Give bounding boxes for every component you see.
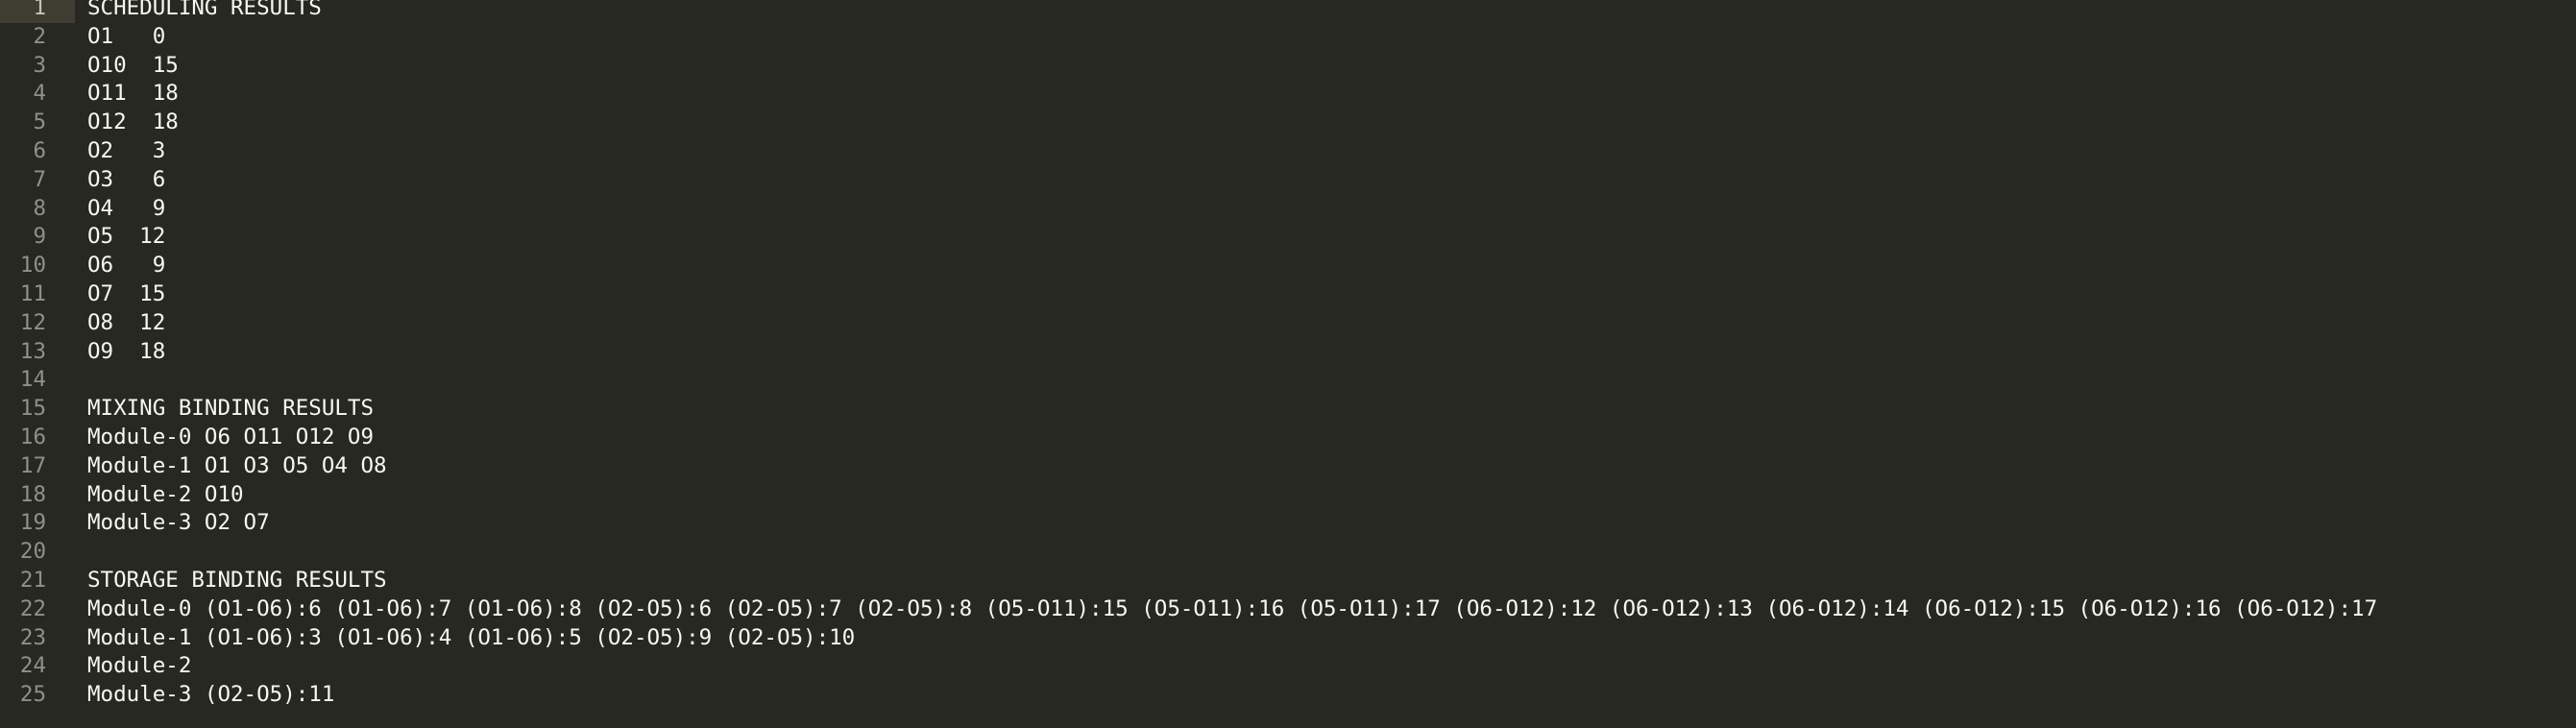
editor-content[interactable]: 1 SCHEDULING RESULTS 2 O1 0 3 O10 15 4 O11 1…	[0, 0, 2576, 710]
line-text: STORAGE BINDING RESULTS	[87, 567, 387, 593]
line-number: 6	[33, 137, 46, 163]
line-text: Module-1 (O1-O6):3 (O1-O6):4 (O1-O6):5 (…	[87, 624, 856, 650]
line-number: 15	[19, 396, 46, 422]
line-number: 25	[19, 682, 46, 708]
editor-line[interactable]: 5 O12 18	[0, 109, 2576, 137]
line-text: MIXING BINDING RESULTS	[87, 396, 375, 422]
line-number: 12	[19, 309, 46, 335]
editor-line[interactable]: 19 Module-3 O2 O7	[0, 509, 2576, 538]
editor-line[interactable]: 23 Module-1 (O1-O6):3 (O1-O6):4 (O1-O6):5…	[0, 624, 2576, 653]
line-number: 1	[0, 0, 75, 23]
editor-line[interactable]: 25 Module-3 (O2-O5):11	[0, 681, 2576, 710]
line-text: O1 0	[87, 23, 166, 49]
line-text: Module-0 (O1-O6):6 (O1-O6):7 (O1-O6):8 (…	[87, 595, 2378, 621]
editor-line[interactable]: 13 O9 18	[0, 338, 2576, 367]
line-text: Module-1 O1 O3 O5 O4 O8	[87, 452, 387, 478]
editor-line[interactable]: 7 O3 6	[0, 166, 2576, 195]
editor-line[interactable]: 11 O7 15	[0, 280, 2576, 309]
editor-line[interactable]: 3 O10 15	[0, 52, 2576, 81]
line-number: 19	[19, 510, 46, 536]
line-number: 10	[19, 253, 46, 279]
line-text: Module-0 O6 O11 O12 O9	[87, 424, 375, 449]
line-number: 3	[33, 52, 46, 78]
line-number: 22	[19, 595, 46, 621]
line-number: 14	[19, 367, 46, 393]
line-number: 20	[19, 539, 46, 565]
editor-line[interactable]: 15 MIXING BINDING RESULTS	[0, 395, 2576, 424]
editor-line[interactable]: 2 O1 0	[0, 23, 2576, 52]
editor-line[interactable]: 21 STORAGE BINDING RESULTS	[0, 567, 2576, 595]
line-text: O6 9	[87, 253, 166, 279]
editor-line[interactable]: 6 O2 3	[0, 137, 2576, 166]
line-number: 7	[33, 166, 46, 192]
editor-line[interactable]: 4 O11 18	[0, 80, 2576, 109]
editor-line[interactable]: 14	[0, 366, 2576, 395]
editor-line[interactable]: 16 Module-0 O6 O11 O12 O9	[0, 424, 2576, 452]
line-number: 21	[19, 567, 46, 593]
line-text: O3 6	[87, 166, 166, 192]
line-number: 8	[33, 195, 46, 221]
line-number: 23	[19, 624, 46, 650]
editor-line[interactable]: 10 O6 9	[0, 252, 2576, 280]
text-editor[interactable]: 1 SCHEDULING RESULTS 2 O1 0 3 O10 15 4 O11 1…	[0, 0, 2576, 728]
line-text: SCHEDULING RESULTS	[87, 0, 322, 20]
line-text: O7 15	[87, 280, 166, 306]
editor-line[interactable]: 24 Module-2	[0, 652, 2576, 681]
line-text: O9 18	[87, 338, 166, 364]
line-text: Module-2 O10	[87, 481, 244, 507]
line-number: 11	[19, 280, 46, 306]
editor-line[interactable]: 17 Module-1 O1 O3 O5 O4 O8	[0, 452, 2576, 481]
editor-line[interactable]: 18 Module-2 O10	[0, 481, 2576, 510]
line-number: 2	[33, 23, 46, 49]
line-number: 5	[33, 109, 46, 135]
editor-line[interactable]: 22 Module-0 (O1-O6):6 (O1-O6):7 (O1-O6):8…	[0, 595, 2576, 624]
line-number: 4	[33, 81, 46, 107]
line-text: O12 18	[87, 109, 179, 135]
line-text: O4 9	[87, 195, 166, 221]
line-number: 9	[33, 224, 46, 250]
line-text: Module-3 O2 O7	[87, 510, 270, 536]
line-number: 24	[19, 653, 46, 679]
line-text: Module-3 (O2-O5):11	[87, 682, 335, 708]
line-text: Module-2	[87, 653, 192, 679]
editor-line[interactable]: 9 O5 12	[0, 223, 2576, 252]
line-number: 17	[19, 452, 46, 478]
line-text: O11 18	[87, 81, 179, 107]
line-number: 16	[19, 424, 46, 449]
line-text: O5 12	[87, 224, 166, 250]
editor-line[interactable]: 1 SCHEDULING RESULTS	[0, 0, 2576, 23]
editor-line[interactable]: 12 O8 12	[0, 309, 2576, 338]
line-number: 18	[19, 481, 46, 507]
line-text: O8 12	[87, 309, 166, 335]
line-number: 13	[19, 338, 46, 364]
editor-line[interactable]: 8 O4 9	[0, 195, 2576, 224]
line-text: O10 15	[87, 52, 179, 78]
line-text: O2 3	[87, 137, 166, 163]
editor-line[interactable]: 20	[0, 538, 2576, 567]
